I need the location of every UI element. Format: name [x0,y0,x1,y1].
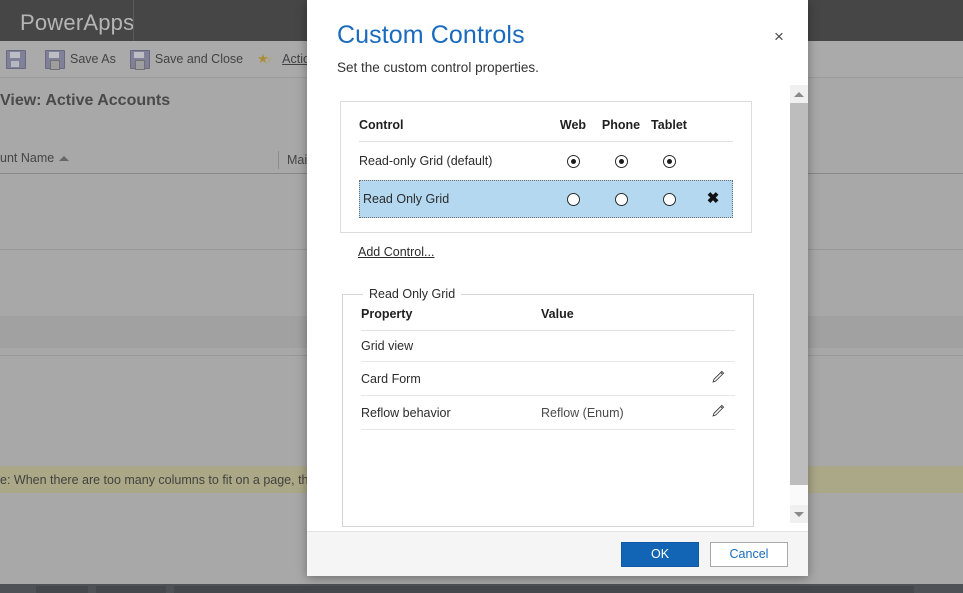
radio-web-readonlygrid[interactable] [566,193,580,207]
add-control-link[interactable]: Add Control... [358,245,434,259]
save-icon [6,49,26,69]
table-row[interactable]: Read-only Grid (default) [359,142,733,181]
scrollbar-thumb[interactable] [790,103,808,485]
remove-control-icon[interactable]: ✖ [707,191,720,206]
control-name: Read Only Grid [363,192,450,206]
remove-cell[interactable]: ✖ [693,180,733,218]
chevron-up-icon [794,91,804,97]
property-value [541,361,701,396]
controls-table-header-row: Control Web Phone Tablet [359,118,733,142]
control-name: Read-only Grid (default) [359,154,493,168]
controls-table-card: Control Web Phone Tablet Read-only Grid … [340,101,752,233]
grid-column-account-name[interactable]: unt Name [0,151,70,165]
edit-cell[interactable] [701,395,735,430]
table-row[interactable]: Card Form [361,361,735,396]
controls-header-phone: Phone [597,118,645,142]
chevron-down-icon [794,511,804,517]
screen: PowerApps Save As Save and Close ★ ☞ Act… [0,0,963,593]
properties-panel-legend: Read Only Grid [369,287,456,301]
web-radio-cell[interactable] [549,142,597,181]
property-value: Reflow (Enum) [541,395,701,430]
tablet-radio-cell[interactable] [645,142,693,181]
web-radio-cell[interactable] [549,180,597,218]
phone-radio-cell[interactable] [597,180,645,218]
controls-header-web: Web [549,118,597,142]
dialog-header: Custom Controls Set the custom control p… [307,0,808,77]
tablet-radio-cell[interactable] [645,180,693,218]
view-title: View: Active Accounts [0,92,171,109]
property-name: Card Form [361,361,541,396]
radio-web-default[interactable] [566,155,580,169]
table-row[interactable]: Read Only Grid ✖ [359,180,733,218]
properties-table: Property Value Grid view Card Form Reflo… [361,307,735,430]
scroll-up-button[interactable] [790,85,808,103]
ok-button[interactable]: OK [621,541,699,567]
sort-ascending-icon [59,155,70,161]
phone-radio-cell[interactable] [597,142,645,181]
radio-phone-default[interactable] [614,155,628,169]
properties-header-property: Property [361,307,541,331]
edit-cell [701,330,735,362]
dialog-body: Control Web Phone Tablet Read-only Grid … [307,77,808,531]
notice-text: e: When there are too many columns to fi… [0,472,357,487]
scroll-down-button[interactable] [790,505,808,523]
dialog-scroll-content: Control Web Phone Tablet Read-only Grid … [307,77,788,531]
properties-panel: Read Only Grid Property Value Grid view [342,287,754,527]
taskbar-item[interactable] [174,586,914,593]
properties-header-edit [701,307,735,331]
dialog-scrollbar[interactable] [790,85,808,523]
dialog-footer: OK Cancel [307,531,808,576]
property-value [541,330,701,362]
save-as-label: Save As [70,52,116,66]
table-row[interactable]: Reflow behavior Reflow (Enum) [361,395,735,430]
app-brand-logo[interactable]: PowerApps [20,4,134,41]
properties-header-row: Property Value [361,307,735,331]
dialog-title: Custom Controls [337,21,525,49]
property-name: Grid view [361,330,541,362]
properties-header-value: Value [541,307,701,331]
brand-divider [133,0,134,41]
taskbar-item[interactable] [96,586,166,593]
custom-controls-dialog: Custom Controls Set the custom control p… [307,0,808,576]
taskbar [0,584,963,593]
dialog-subtitle: Set the custom control properties. [337,60,539,75]
save-as-icon [45,49,65,70]
save-and-close-button[interactable]: Save and Close [129,49,244,70]
save-and-close-icon [129,49,150,70]
controls-header-actions [693,118,733,142]
table-row[interactable]: Grid view [361,330,735,362]
radio-phone-readonlygrid[interactable] [614,193,628,207]
controls-table: Control Web Phone Tablet Read-only Grid … [359,118,733,218]
actions-icon: ★ ☞ [257,50,274,67]
controls-header-tablet: Tablet [645,118,693,142]
edit-cell[interactable] [701,361,735,396]
taskbar-item[interactable] [36,586,88,593]
scrollbar-track[interactable] [790,103,808,505]
cancel-button[interactable]: Cancel [710,541,788,567]
property-name: Reflow behavior [361,395,541,430]
save-as-button[interactable]: Save As [45,49,116,70]
save-button[interactable] [6,49,31,69]
save-and-close-label: Save and Close [154,52,244,66]
controls-header-control: Control [359,118,549,142]
remove-cell [693,142,733,181]
radio-tablet-default[interactable] [662,155,676,169]
close-icon[interactable]: × [768,25,790,47]
radio-tablet-readonlygrid[interactable] [662,193,676,207]
pencil-icon[interactable] [711,404,725,418]
pencil-icon[interactable] [711,370,725,384]
